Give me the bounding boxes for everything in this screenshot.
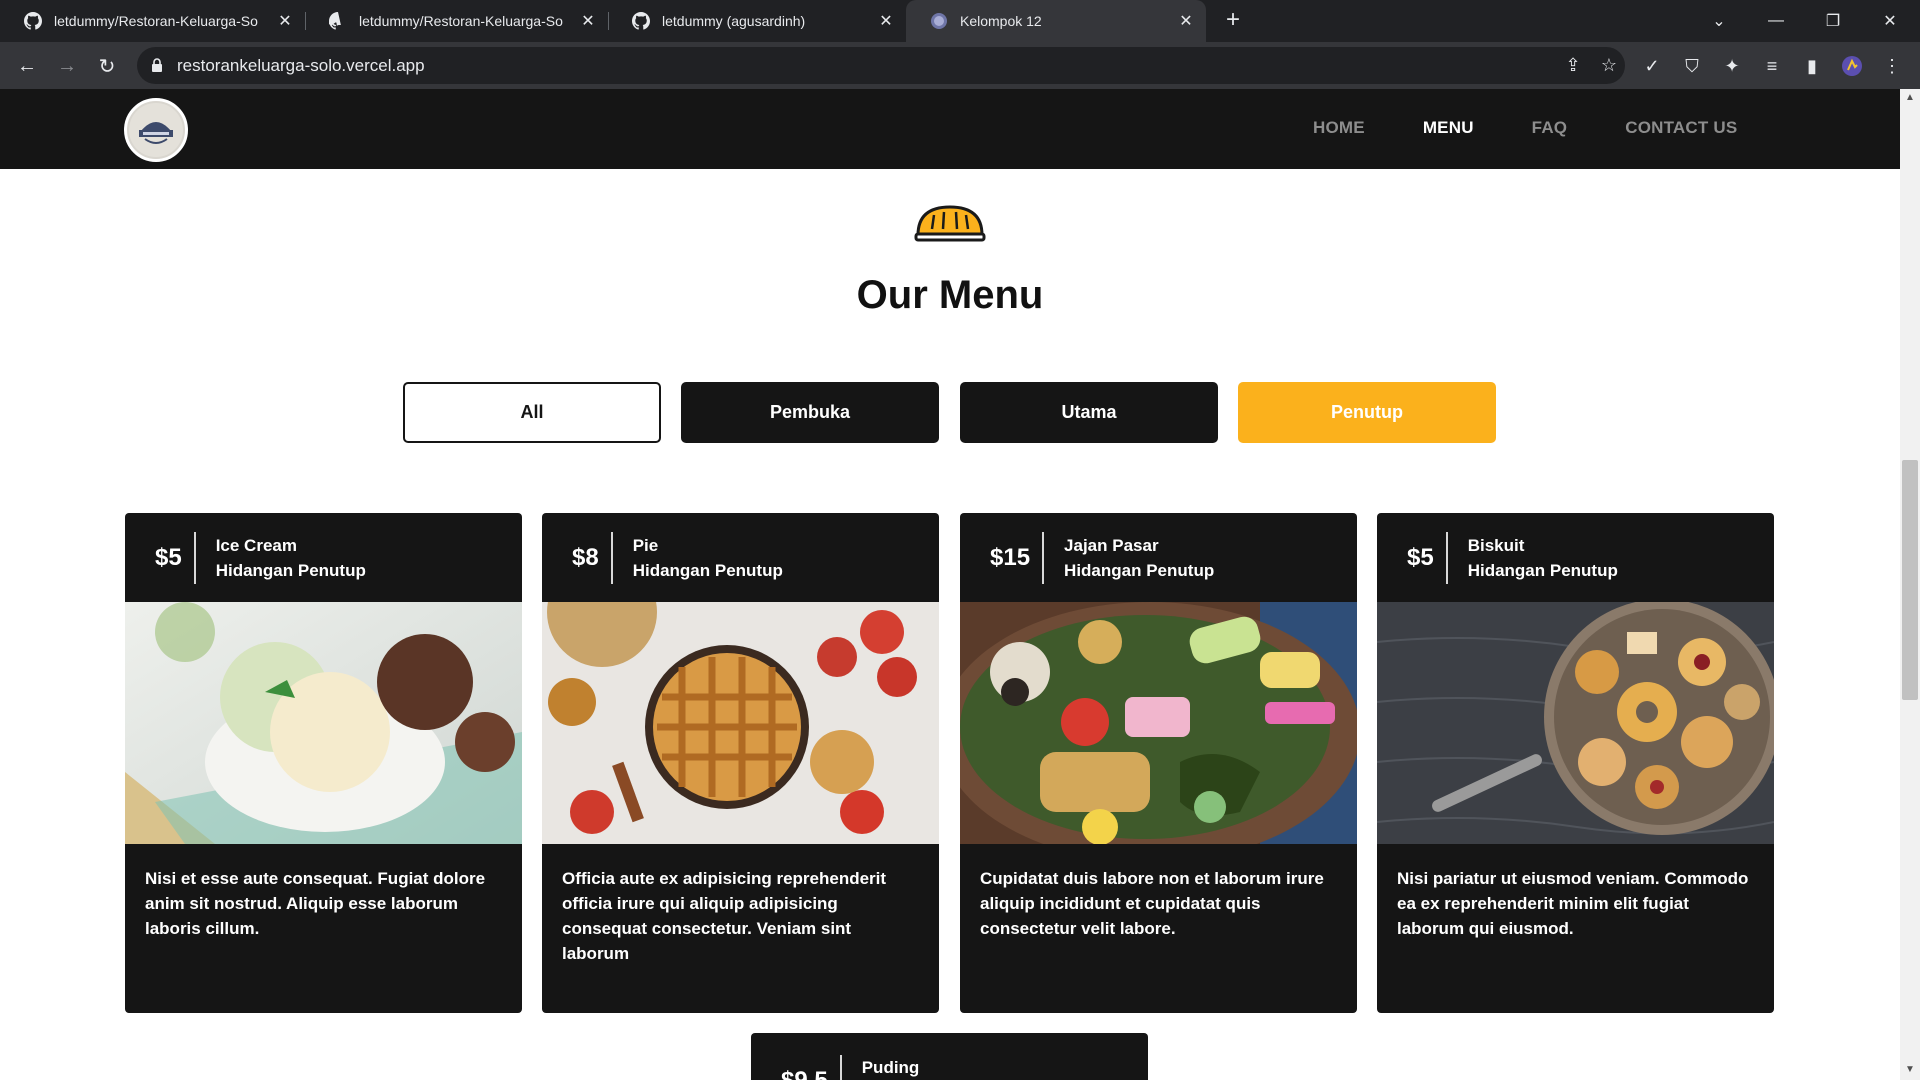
tab-title: Kelompok 12 xyxy=(960,13,1042,29)
card-divider xyxy=(193,531,196,584)
menu-card-pie[interactable]: $8 Pie Hidangan Penutup Officia aute ex … xyxy=(542,513,939,1013)
pie-image xyxy=(542,602,939,844)
extensions-puzzle-icon[interactable]: ✦ xyxy=(1720,54,1744,78)
nav-link-menu[interactable]: MENU xyxy=(1423,118,1474,138)
forward-arrow-icon[interactable]: → xyxy=(52,51,82,81)
card-name: Jajan Pasar xyxy=(1064,535,1159,555)
section-title: Our Menu xyxy=(856,273,1044,317)
card-titles: Biskuit Hidangan Penutup xyxy=(1468,533,1618,583)
card-description: Nisi pariatur ut eiusmod veniam. Commodo… xyxy=(1397,869,1749,938)
scrollbar-thumb[interactable] xyxy=(1902,460,1918,700)
card-name: Pie xyxy=(632,535,659,555)
card-divider xyxy=(839,1055,842,1080)
card-header: $8 Pie Hidangan Penutup xyxy=(542,513,939,602)
restore-icon[interactable]: ❐ xyxy=(1818,6,1848,36)
card-titles: Ice Cream Hidangan Penutup xyxy=(216,533,366,583)
reload-icon[interactable]: ↻ xyxy=(92,51,122,81)
card-header: $9.5 Puding xyxy=(751,1033,1148,1080)
tab-title: letdummy/Restoran-Keluarga-So xyxy=(359,13,563,29)
window-close-icon[interactable]: ✕ xyxy=(1875,6,1905,36)
logo-emblem-icon xyxy=(129,103,183,157)
card-titles: Pie Hidangan Penutup xyxy=(633,533,783,583)
new-tab-button[interactable]: + xyxy=(1220,8,1246,34)
biskuit-image xyxy=(1377,602,1774,844)
browser-tab-2[interactable]: letdummy/Restoran-Keluarga-So ✕ xyxy=(305,0,608,42)
bookmark-star-icon[interactable]: ☆ xyxy=(1597,53,1621,77)
nav-link-home[interactable]: HOME xyxy=(1313,118,1365,138)
menu-card-ice-cream[interactable]: $5 Ice Cream Hidangan Penutup Nisi et es… xyxy=(125,513,522,1013)
browser-menu-icon[interactable]: ⋮ xyxy=(1880,54,1904,78)
close-icon[interactable]: ✕ xyxy=(876,11,896,31)
filter-pembuka-button[interactable]: Pembuka xyxy=(681,382,939,443)
menu-card-puding[interactable]: $9.5 Puding xyxy=(751,1033,1148,1080)
card-header: $5 Biskuit Hidangan Penutup xyxy=(1377,513,1774,602)
filter-utama-button[interactable]: Utama xyxy=(960,382,1218,443)
tab-title: letdummy (agusardinh) xyxy=(662,13,806,29)
jajan-pasar-image xyxy=(960,602,1357,844)
nav-link-faq[interactable]: FAQ xyxy=(1532,118,1568,138)
restaurant-logo[interactable] xyxy=(124,98,188,162)
media-queue-icon[interactable]: ≡ xyxy=(1760,54,1784,78)
browser-tab-3[interactable]: letdummy (agusardinh) ✕ xyxy=(608,0,906,42)
ice-cream-image xyxy=(125,602,522,844)
menu-card-jajan-pasar[interactable]: $15 Jajan Pasar Hidangan Penutup Cupidat… xyxy=(960,513,1357,1013)
card-name: Ice Cream xyxy=(215,535,297,555)
site-navbar: HOME MENU FAQ CONTACT US xyxy=(0,89,1900,169)
github-icon xyxy=(632,12,650,30)
card-name: Puding xyxy=(861,1058,920,1077)
card-price: $15 xyxy=(990,543,1031,571)
profile-avatar-icon[interactable] xyxy=(1840,54,1864,78)
card-divider xyxy=(1445,531,1448,584)
card-titles: Puding xyxy=(862,1055,920,1080)
site-favicon-icon xyxy=(931,13,947,29)
filter-penutup-button[interactable]: Penutup xyxy=(1238,382,1496,443)
url-text: restorankeluarga-solo.vercel.app xyxy=(177,56,425,75)
github-icon xyxy=(329,12,341,30)
address-bar[interactable]: restorankeluarga-solo.vercel.app ⇪ ☆ xyxy=(137,47,1625,84)
page-viewport: HOME MENU FAQ CONTACT US Our Menu All Pe… xyxy=(0,89,1900,1080)
share-icon[interactable]: ⇪ xyxy=(1561,53,1585,77)
close-icon[interactable]: ✕ xyxy=(275,11,295,31)
card-category: Hidangan Penutup xyxy=(215,560,366,580)
card-price: $9.5 xyxy=(781,1055,840,1080)
browser-toolbar: ← → ↻ restorankeluarga-solo.vercel.app ⇪… xyxy=(0,42,1920,89)
card-price: $5 xyxy=(155,543,182,571)
nav-link-contact-us[interactable]: CONTACT US xyxy=(1625,118,1737,138)
card-divider xyxy=(610,531,613,584)
browser-tab-4[interactable]: Kelompok 12 ✕ xyxy=(906,0,1206,42)
check-extension-icon[interactable]: ✓ xyxy=(1640,54,1664,78)
tab-title: letdummy/Restoran-Keluarga-So xyxy=(54,13,258,29)
close-icon[interactable]: ✕ xyxy=(578,11,598,31)
card-category: Hidangan Penutup xyxy=(1064,560,1215,580)
card-price: $5 xyxy=(1407,543,1434,571)
lock-icon[interactable] xyxy=(151,58,163,72)
side-panel-icon[interactable]: ▮ xyxy=(1800,54,1824,78)
card-category: Hidangan Penutup xyxy=(632,560,783,580)
browser-tab-bar: letdummy/Restoran-Keluarga-So ✕ letdummy… xyxy=(0,0,1920,42)
card-header: $15 Jajan Pasar Hidangan Penutup xyxy=(960,513,1357,602)
shield-extension-icon[interactable]: ⛉ xyxy=(1680,54,1704,78)
card-description: Nisi et esse aute consequat. Fugiat dolo… xyxy=(145,869,486,938)
card-category: Hidangan Penutup xyxy=(1467,560,1618,580)
github-icon xyxy=(24,12,42,30)
menu-card-biskuit[interactable]: $5 Biskuit Hidangan Penutup Nisi pariatu… xyxy=(1377,513,1774,1013)
scroll-down-arrow-icon[interactable]: ▼ xyxy=(1903,1064,1917,1076)
tab-search-icon[interactable]: ⌄ xyxy=(1704,6,1734,36)
scroll-up-arrow-icon[interactable]: ▲ xyxy=(1903,92,1917,104)
minimize-icon[interactable]: — xyxy=(1761,6,1791,36)
card-description: Officia aute ex adipisicing reprehenderi… xyxy=(562,869,887,963)
site-nav-links: HOME MENU FAQ CONTACT US xyxy=(1313,118,1795,138)
card-description: Cupidatat duis labore non et laborum iru… xyxy=(980,869,1324,938)
bread-icon xyxy=(914,205,986,242)
card-titles: Jajan Pasar Hidangan Penutup xyxy=(1064,533,1214,583)
card-price: $8 xyxy=(572,543,599,571)
card-header: $5 Ice Cream Hidangan Penutup xyxy=(125,513,522,602)
close-icon[interactable]: ✕ xyxy=(1176,11,1196,31)
filter-all-button[interactable]: All xyxy=(403,382,661,443)
card-name: Biskuit xyxy=(1467,535,1525,555)
browser-tab-1[interactable]: letdummy/Restoran-Keluarga-So ✕ xyxy=(0,0,305,42)
back-arrow-icon[interactable]: ← xyxy=(12,51,42,81)
card-divider xyxy=(1042,531,1045,584)
